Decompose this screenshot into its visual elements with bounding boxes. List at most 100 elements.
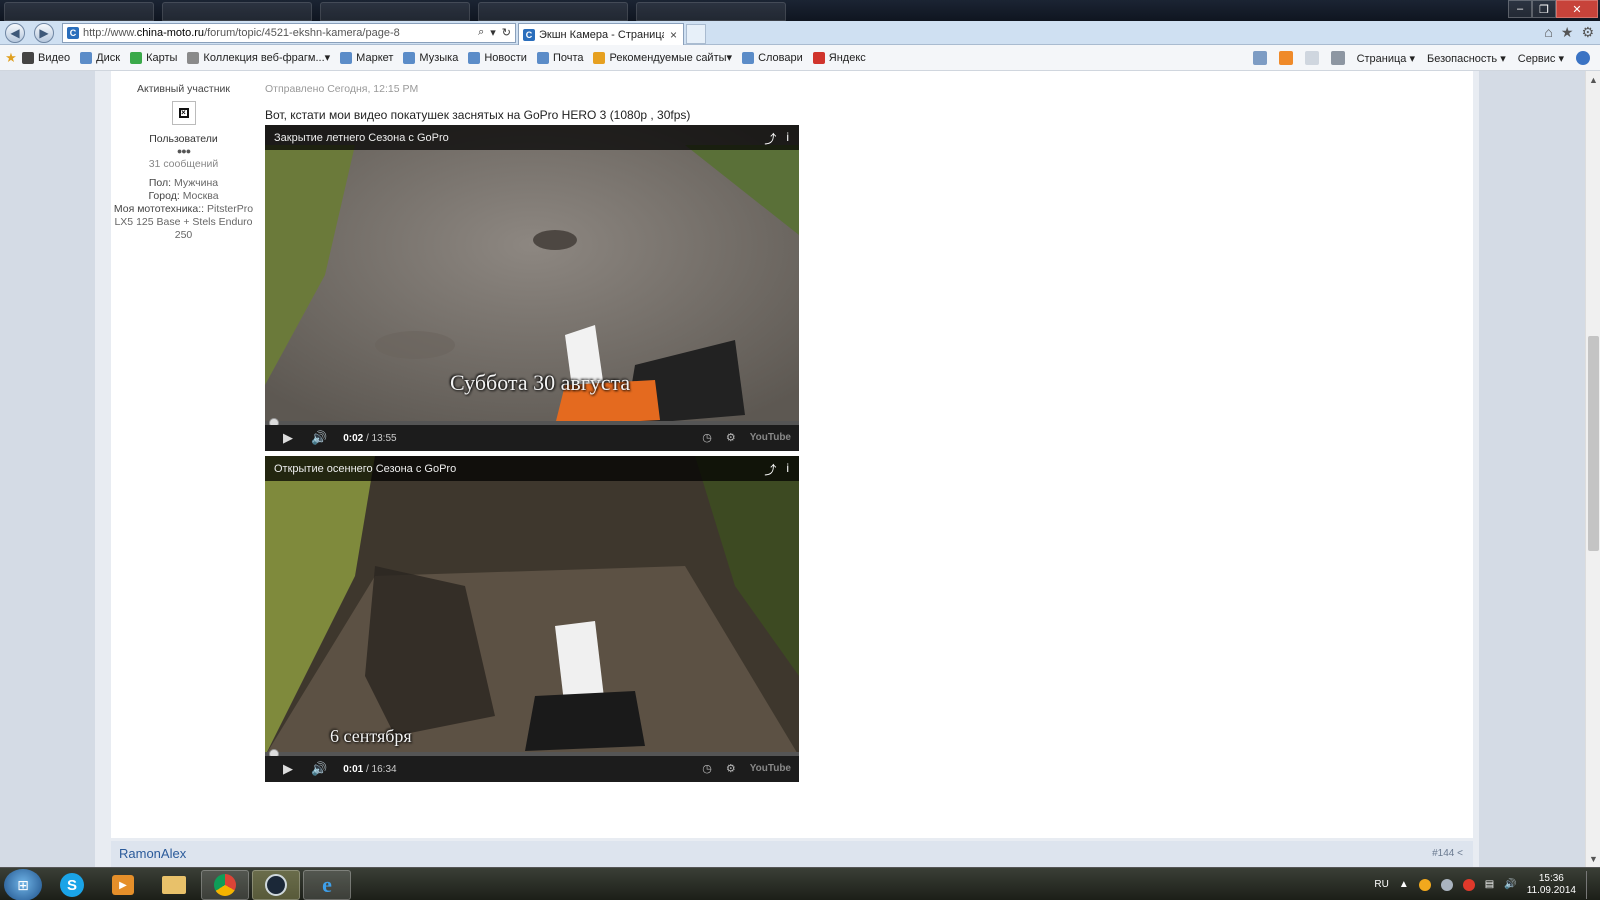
watch-later-icon[interactable]: ◷ (702, 762, 712, 775)
background-tab[interactable] (162, 2, 312, 21)
mail-icon[interactable] (1304, 51, 1319, 65)
tray-expand-icon[interactable]: ▲ (1399, 879, 1409, 890)
scrollbar-thumb[interactable] (1588, 336, 1599, 551)
favorites-star-icon[interactable]: ★ (1561, 24, 1574, 41)
favorite-link[interactable]: Диск (80, 51, 120, 64)
close-window-button[interactable]: ✕ (1556, 0, 1598, 18)
youtube-logo[interactable]: YouTube (750, 763, 791, 774)
language-indicator[interactable]: RU (1374, 879, 1388, 890)
play-icon[interactable]: ▶ (283, 761, 293, 777)
taskbar-steam[interactable] (252, 870, 300, 900)
favorite-link-label: Музыка (419, 51, 459, 64)
taskbar-chrome[interactable] (201, 870, 249, 900)
background-tab[interactable] (636, 2, 786, 21)
watch-later-icon[interactable]: ◷ (702, 431, 712, 444)
video-title-bar: Закрытие летнего Сезона с GoPro ⤴ i (265, 125, 799, 150)
print-icon[interactable] (1330, 51, 1345, 65)
menu-security[interactable]: Безопасность ▾ (1427, 52, 1506, 65)
settings-icon[interactable]: ⚙ (726, 762, 736, 775)
gear-icon[interactable]: ⚙ (1581, 24, 1594, 41)
favorite-link-icon (468, 51, 481, 64)
favorite-link[interactable]: Музыка (403, 51, 459, 64)
scroll-down-icon[interactable]: ▼ (1586, 850, 1600, 867)
video-frame-trail[interactable] (265, 456, 799, 756)
favorite-link[interactable]: Новости (468, 51, 527, 64)
favorite-link[interactable]: Видео (22, 51, 71, 64)
help-icon[interactable] (1576, 51, 1590, 65)
new-tab-button[interactable] (686, 24, 706, 44)
favorite-link-icon (742, 51, 755, 64)
favorite-link[interactable]: Маркет (340, 51, 393, 64)
favorites-bar: ★ Видео Диск Карты Коллекция веб-фрагм... ▾… (0, 45, 1600, 71)
forward-icon[interactable]: ▶ (34, 23, 54, 43)
next-post-author-link[interactable]: RamonAlex (119, 846, 186, 861)
back-icon[interactable]: ◀ (5, 23, 25, 43)
post-date: Отправлено Сегодня, 12:15 PM (265, 83, 419, 95)
background-tab[interactable] (4, 2, 154, 21)
favorite-link[interactable]: Коллекция веб-фрагм... ▾ (187, 51, 330, 64)
favorite-link-icon (812, 51, 825, 64)
share-icon[interactable]: ⤴ (764, 130, 776, 147)
start-button[interactable]: ⊞ (4, 869, 42, 900)
favorite-link[interactable]: Почта (536, 51, 583, 64)
internet-explorer-icon: e (322, 872, 332, 897)
favorite-link-icon (22, 51, 34, 64)
taskbar-skype[interactable]: S (48, 870, 96, 900)
favorite-link[interactable]: Рекомендуемые сайты ▾ (593, 51, 732, 64)
background-tab[interactable] (320, 2, 470, 21)
author-profile-fields: Пол: Мужчина Город: Москва Моя мототехни… (111, 177, 256, 242)
favorite-link[interactable]: Яндекс (812, 51, 866, 64)
settings-icon[interactable]: ⚙ (726, 431, 736, 444)
show-desktop-button[interactable] (1586, 870, 1594, 899)
embedded-video[interactable]: Открытие осеннего Сезона с GoPro ⤴ i 6 с… (265, 456, 799, 782)
clock[interactable]: 15:36 11.09.2014 (1527, 873, 1576, 897)
video-title[interactable]: Закрытие летнего Сезона с GoPro (274, 132, 449, 144)
address-bar[interactable]: C http://www.china-moto.ru/forum/topic/4… (62, 23, 516, 43)
volume-icon[interactable]: 🔊 (311, 430, 327, 446)
media-player-icon: ▶ (112, 875, 134, 895)
page-scrollbar[interactable]: ▲ ▼ (1585, 71, 1600, 867)
restore-button[interactable]: ❐ (1532, 0, 1556, 18)
speaker-icon[interactable]: 🔊 (1504, 879, 1516, 890)
youtube-logo[interactable]: YouTube (750, 432, 791, 443)
next-post-number[interactable]: #144 < (1432, 848, 1463, 859)
video-title[interactable]: Открытие осеннего Сезона с GoPro (274, 463, 456, 475)
tray-app-icon[interactable] (1418, 878, 1431, 891)
info-icon[interactable]: i (786, 461, 789, 478)
url-text[interactable]: http://www.china-moto.ru/forum/topic/452… (83, 27, 400, 39)
favorite-link[interactable]: Словари (742, 51, 803, 64)
background-tab[interactable] (478, 2, 628, 21)
tray-antivirus-icon[interactable] (1462, 878, 1475, 891)
menu-service[interactable]: Сервис ▾ (1518, 52, 1564, 65)
network-icon[interactable]: ▤ (1485, 879, 1494, 890)
scroll-up-icon[interactable]: ▲ (1586, 71, 1600, 88)
favorite-link-label: Видео (38, 51, 71, 64)
info-icon[interactable]: i (786, 130, 789, 147)
avatar[interactable]: × (171, 101, 196, 125)
taskbar-explorer[interactable] (150, 870, 198, 900)
share-icon[interactable]: ⤴ (764, 461, 776, 478)
chevron-down-icon[interactable]: ▾ (727, 51, 733, 64)
minimize-button[interactable]: – (1508, 0, 1532, 18)
embedded-video[interactable]: Закрытие летнего Сезона с GoPro ⤴ i Субб… (265, 125, 799, 451)
dropdown-icon[interactable]: ▾ (490, 26, 496, 39)
refresh-icon[interactable]: ↻ (502, 26, 511, 39)
play-icon[interactable]: ▶ (283, 430, 293, 446)
rss-feed-icon[interactable] (1278, 51, 1293, 65)
share-icon[interactable]: < (1457, 848, 1463, 859)
site-favicon-icon: C (523, 28, 535, 41)
tray-steam-icon[interactable] (1440, 878, 1453, 891)
taskbar-media-player[interactable]: ▶ (99, 870, 147, 900)
search-icon[interactable]: ⌕ (478, 26, 484, 39)
home-page-icon[interactable] (1252, 51, 1267, 65)
home-icon[interactable]: ⌂ (1544, 24, 1552, 41)
add-favorite-star-icon[interactable]: ★ (0, 50, 22, 66)
menu-page[interactable]: Страница ▾ (1357, 52, 1415, 65)
active-tab[interactable]: C Экшн Камера - Страница ... × (518, 23, 684, 45)
volume-icon[interactable]: 🔊 (311, 761, 327, 777)
video-controls: ▶ 🔊 0:01 / 16:34 ◷ ⚙ YouTube (265, 756, 799, 782)
chevron-down-icon[interactable]: ▾ (325, 51, 331, 64)
taskbar-internet-explorer[interactable]: e (303, 870, 351, 900)
close-tab-icon[interactable]: × (664, 28, 683, 42)
favorite-link[interactable]: Карты (130, 51, 177, 64)
